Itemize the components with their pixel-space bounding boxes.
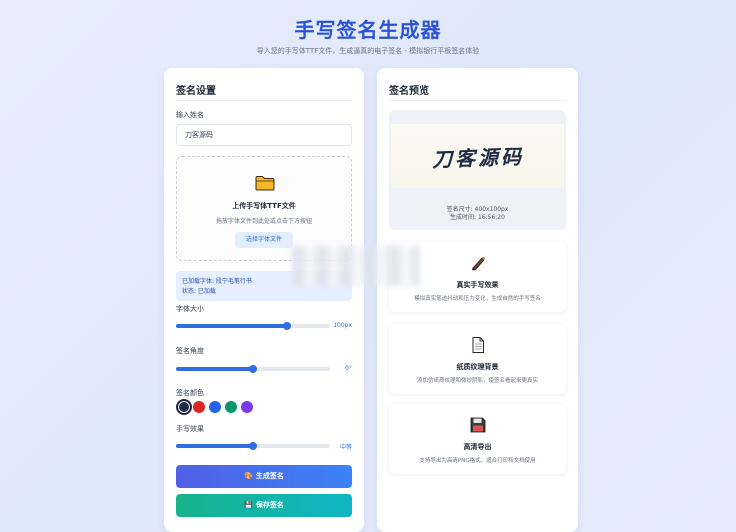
- generate-label: 生成签名: [255, 472, 284, 480]
- color-swatch-purple[interactable]: [241, 401, 253, 413]
- font-size-slider[interactable]: [176, 322, 330, 330]
- name-label: 输入姓名: [176, 111, 204, 119]
- angle-value: 0°: [345, 365, 352, 372]
- signature-size-text: 签名尺寸: 400x100px: [446, 206, 509, 213]
- effect-value: 中等: [339, 444, 352, 451]
- feature-desc: 模拟真实笔迹抖动和压力变化，生成自然的手写签名: [414, 296, 541, 302]
- app-subtitle: 导入您的手写体TTF文件，生成逼真的电子签名 - 模拟银行平板签名体验: [256, 47, 480, 55]
- effect-slider-thumb[interactable]: [249, 442, 257, 450]
- heading-divider: [389, 100, 566, 101]
- angle-slider[interactable]: [176, 365, 330, 373]
- effect-slider-fill: [176, 444, 253, 448]
- angle-slider-fill: [176, 367, 253, 371]
- preview-panel: 签名预览 刀客源码 签名尺寸: 400x100px 生成时间: 16:56:20…: [377, 68, 578, 532]
- folder-icon: [255, 176, 275, 191]
- effect-slider[interactable]: [176, 442, 330, 450]
- signature-preview-box: 刀客源码 签名尺寸: 400x100px 生成时间: 16:56:20: [389, 110, 566, 230]
- color-swatch-blue[interactable]: [209, 401, 221, 413]
- pen-icon: [472, 256, 486, 271]
- upload-title: 上传手写体TTF文件: [232, 202, 296, 210]
- feature-desc: 添加仿纸质纹理和微妙阴影，使签名看起来更真实: [416, 378, 538, 384]
- feature-card-paper: 纸质纹理背景 添加仿纸质纹理和微妙阴影，使签名看起来更真实: [389, 324, 566, 394]
- generated-time-text: 生成时间: 16:56:20: [450, 214, 505, 221]
- effect-label: 手写效果: [176, 425, 204, 433]
- generate-signature-button[interactable]: 🎨 生成签名: [176, 465, 352, 488]
- signature-text: 刀客源码: [431, 143, 524, 172]
- font-size-slider-thumb[interactable]: [282, 322, 291, 330]
- angle-slider-thumb[interactable]: [249, 365, 257, 373]
- settings-panel: 签名设置 输入姓名 上传手写体TTF文件 拖放字体文件到此处或点击下方按钮 选择…: [164, 68, 364, 532]
- preview-meta: 签名尺寸: 400x100px 生成时间: 16:56:20: [389, 206, 566, 222]
- angle-label: 签名角度: [176, 347, 204, 355]
- app-title: 手写签名生成器: [294, 18, 442, 42]
- settings-heading: 签名设置: [176, 86, 216, 97]
- document-icon: [472, 337, 484, 353]
- floppy-icon: [470, 417, 486, 433]
- color-label: 签名颜色: [176, 389, 204, 397]
- font-size-label: 字体大小: [176, 305, 204, 313]
- signature-canvas: 刀客源码: [391, 124, 564, 188]
- heading-divider: [176, 100, 352, 101]
- color-swatch-green[interactable]: [225, 401, 237, 413]
- color-swatch-dark[interactable]: [176, 399, 192, 415]
- feature-desc: 支持导出为高清PNG格式，适合打印和文档使用: [419, 458, 536, 464]
- font-state-text: 状态: 已加载: [182, 288, 216, 295]
- feature-card-export: 高清导出 支持导出为高清PNG格式，适合打印和文档使用: [389, 404, 566, 474]
- font-size-value: 100px: [333, 322, 352, 329]
- choose-font-button[interactable]: 选择字体文件: [235, 232, 293, 248]
- color-swatch-red[interactable]: [193, 401, 205, 413]
- name-input[interactable]: [176, 124, 352, 146]
- upload-hint: 拖放字体文件到此处或点击下方按钮: [215, 218, 312, 225]
- preview-heading: 签名预览: [389, 86, 429, 97]
- feature-title: 高清导出: [463, 443, 492, 451]
- palette-icon: 🎨: [244, 472, 253, 480]
- save-label: 保存签名: [255, 501, 284, 509]
- save-signature-button[interactable]: 💾 保存签名: [176, 494, 352, 517]
- floppy-icon: 💾: [244, 501, 253, 509]
- feature-title: 纸质纹理背景: [456, 363, 499, 371]
- blurred-region: [292, 246, 420, 286]
- font-size-slider-fill: [176, 324, 287, 328]
